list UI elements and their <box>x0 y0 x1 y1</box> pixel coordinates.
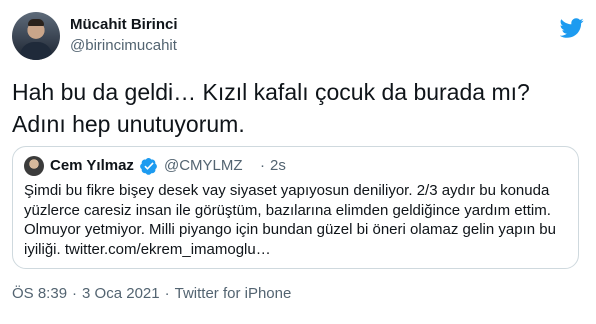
author-handle[interactable]: @birincimucahit <box>70 36 178 56</box>
twitter-bird-icon[interactable] <box>560 16 584 40</box>
quoted-tweet[interactable]: Cem Yılmaz @CMYLMZ · 2s Şimdi bu fikre b… <box>12 146 579 269</box>
quoted-author-display-name: Cem Yılmaz <box>50 157 134 174</box>
avatar-hair <box>28 19 44 26</box>
tweet-date[interactable]: 3 Oca 2021 <box>82 284 160 304</box>
quoted-tweet-text: Şimdi bu fikre bişey desek vay siyaset y… <box>24 182 556 258</box>
avatar-suit <box>20 42 52 60</box>
tweet-text: Hah bu da geldi… Kızıl kafalı çocuk da b… <box>12 79 530 137</box>
meta-separator: · <box>72 285 78 302</box>
author-names: Mücahit Birinci @birincimucahit <box>70 15 178 56</box>
tweet-card: Mücahit Birinci @birincimucahit Hah bu d… <box>0 0 596 324</box>
tweet-metadata: ÖS 8:39 · 3 Oca 2021 · Twitter for iPhone <box>12 284 291 304</box>
tweet-time[interactable]: ÖS 8:39 <box>12 284 67 304</box>
quoted-author-avatar <box>24 156 44 176</box>
quoted-timestamp: 2s <box>270 157 286 174</box>
quoted-author-handle: @CMYLMZ <box>164 157 243 174</box>
quoted-tweet-header: Cem Yılmaz @CMYLMZ · 2s <box>24 156 564 176</box>
tweet-source[interactable]: Twitter for iPhone <box>175 284 292 304</box>
verified-badge-icon <box>140 158 157 175</box>
meta-separator: · <box>164 285 170 302</box>
quoted-separator: · <box>260 157 265 174</box>
tweet-header: Mücahit Birinci @birincimucahit <box>12 10 584 60</box>
author-display-name[interactable]: Mücahit Birinci <box>70 15 178 35</box>
author-avatar[interactable] <box>12 12 60 60</box>
